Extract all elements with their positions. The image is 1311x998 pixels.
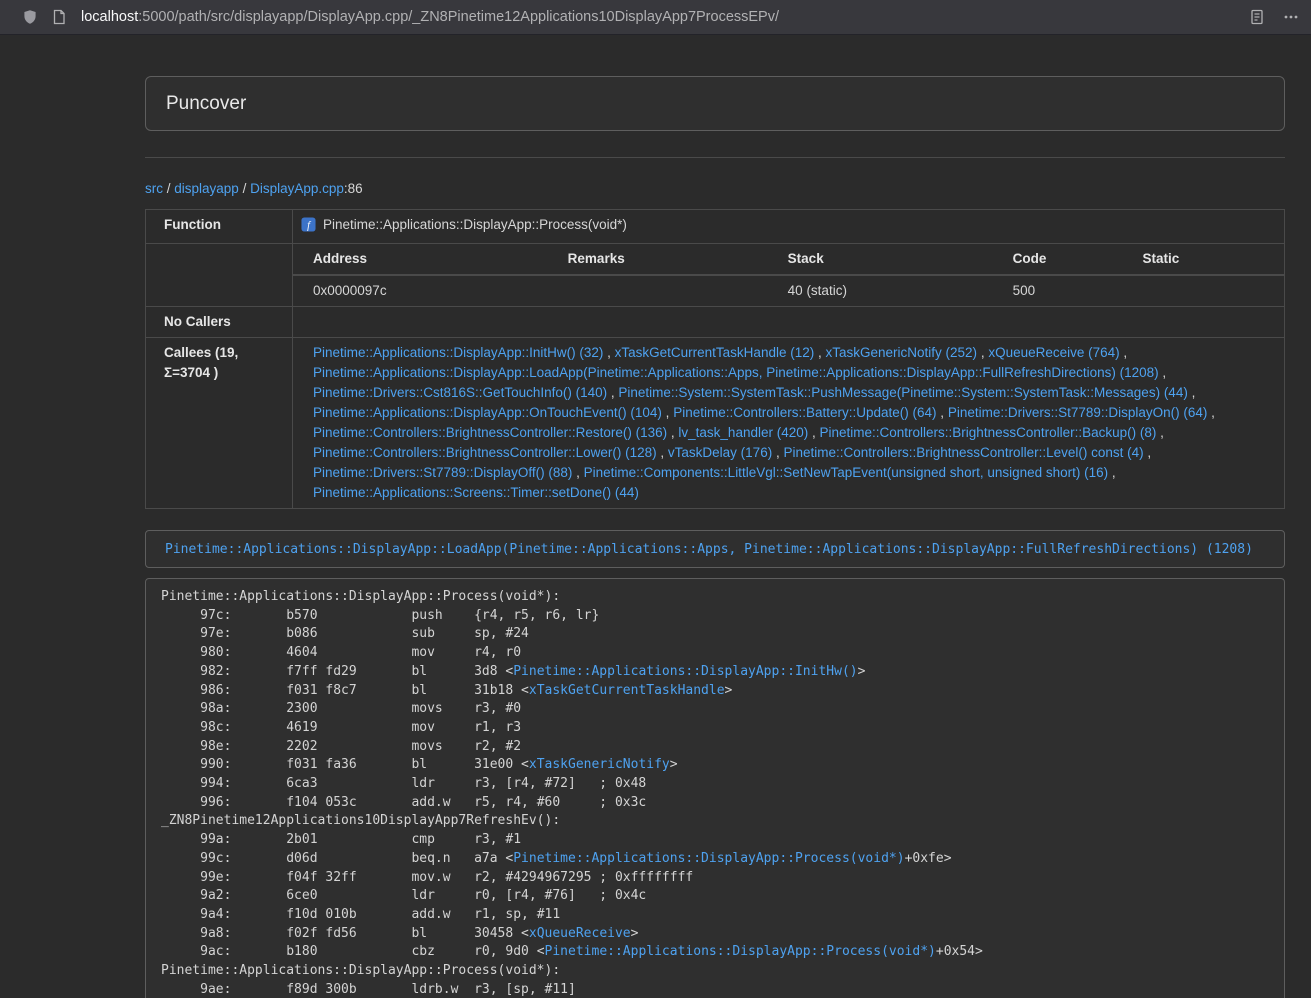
function-name: Pinetime::Applications::DisplayApp::Proc… [323, 217, 627, 232]
details-value-row: 0x0000097c 40 (static) 500 [293, 275, 1284, 306]
no-callers-label: No Callers [146, 307, 293, 338]
column-stack: Stack [768, 244, 993, 275]
disassembly-symbol-link[interactable]: xTaskGenericNotify [529, 757, 670, 772]
callee-link[interactable]: Pinetime::Controllers::BrightnessControl… [313, 445, 657, 460]
callee-link[interactable]: Pinetime::Applications::DisplayApp::Init… [313, 345, 603, 360]
callees-cell: Pinetime::Applications::DisplayApp::Init… [293, 338, 1285, 509]
function-name-cell: f Pinetime::Applications::DisplayApp::Pr… [293, 210, 1285, 244]
details-row: Address Remarks Stack Code Static 0x0000… [146, 244, 1285, 307]
callee-link[interactable]: Pinetime::Drivers::St7789::DisplayOff() … [313, 465, 572, 480]
callee-separator: , [603, 345, 614, 360]
column-address: Address [293, 244, 548, 275]
breadcrumb-link[interactable]: src [145, 181, 163, 196]
callees-row: Callees (19, Σ=3704 ) Pinetime::Applicat… [146, 338, 1285, 509]
selected-symbol-link[interactable]: Pinetime::Applications::DisplayApp::Load… [165, 542, 1253, 557]
column-static: Static [1122, 244, 1284, 275]
callee-separator: , [572, 465, 583, 480]
breadcrumb-line-number: :86 [344, 181, 363, 196]
callee-separator: , [937, 405, 948, 420]
toolbar-actions [1249, 9, 1299, 25]
function-row-label: Function [146, 210, 293, 244]
disassembly-symbol-link[interactable]: Pinetime::Applications::DisplayApp::Init… [513, 664, 857, 679]
callees-label: Callees (19, Σ=3704 ) [146, 338, 293, 509]
callee-separator: , [1207, 405, 1215, 420]
url-path: :5000/path/src/displayapp/DisplayApp.cpp… [138, 9, 779, 25]
breadcrumb-separator: / [239, 181, 250, 196]
app-header-panel: Puncover [145, 76, 1285, 131]
callee-separator: , [772, 445, 783, 460]
breadcrumb-link[interactable]: displayapp [174, 181, 239, 196]
callee-link[interactable]: Pinetime::Controllers::Battery::Update()… [673, 405, 936, 420]
callee-separator: , [1144, 445, 1152, 460]
details-cell: Address Remarks Stack Code Static 0x0000… [293, 244, 1285, 307]
callee-link[interactable]: Pinetime::Controllers::BrightnessControl… [313, 425, 667, 440]
url-host: localhost [81, 9, 138, 25]
app-title: Puncover [166, 92, 1264, 115]
callee-link[interactable]: xTaskGetCurrentTaskHandle (12) [615, 345, 815, 360]
callee-link[interactable]: Pinetime::Controllers::BrightnessControl… [820, 425, 1157, 440]
callee-link[interactable]: xTaskGenericNotify (252) [826, 345, 978, 360]
callee-separator: , [1108, 465, 1116, 480]
static-value [1122, 275, 1284, 306]
stack-value: 40 (static) [768, 275, 993, 306]
callee-separator: , [607, 385, 618, 400]
breadcrumb-separator: / [163, 181, 174, 196]
callee-link[interactable]: Pinetime::Drivers::St7789::DisplayOn() (… [948, 405, 1208, 420]
callee-link[interactable]: Pinetime::Drivers::Cst816S::GetTouchInfo… [313, 385, 607, 400]
function-row: Function f Pinetime::Applications::Displ… [146, 210, 1285, 244]
divider [145, 157, 1285, 158]
callee-separator: , [808, 425, 819, 440]
callee-link[interactable]: Pinetime::Applications::DisplayApp::Load… [313, 365, 1159, 380]
no-callers-cell [293, 307, 1285, 338]
column-code: Code [993, 244, 1123, 275]
menu-dots-icon[interactable] [1283, 9, 1299, 25]
function-icon: f [301, 217, 316, 238]
callee-link[interactable]: Pinetime::Applications::DisplayApp::OnTo… [313, 405, 662, 420]
address-value: 0x0000097c [293, 275, 548, 306]
disassembly-symbol-link[interactable]: xTaskGetCurrentTaskHandle [529, 683, 725, 698]
browser-toolbar: localhost:5000/path/src/displayapp/Displ… [0, 0, 1311, 35]
no-callers-row: No Callers [146, 307, 1285, 338]
callee-separator: , [1188, 385, 1196, 400]
shield-icon[interactable] [22, 9, 38, 25]
disassembly-symbol-link[interactable]: Pinetime::Applications::DisplayApp::Proc… [545, 944, 936, 959]
callee-separator: , [667, 425, 678, 440]
disassembly-symbol-link[interactable]: Pinetime::Applications::DisplayApp::Proc… [513, 851, 904, 866]
callee-separator: , [662, 405, 673, 420]
details-header-row: Address Remarks Stack Code Static [293, 244, 1284, 275]
callee-link[interactable]: Pinetime::System::SystemTask::PushMessag… [618, 385, 1187, 400]
disassembly-symbol-link[interactable]: xQueueReceive [529, 926, 631, 941]
page-icon[interactable] [51, 9, 67, 25]
callee-link[interactable]: vTaskDelay (176) [668, 445, 772, 460]
callee-link[interactable]: Pinetime::Applications::Screens::Timer::… [313, 485, 639, 500]
callee-link[interactable]: xQueueReceive (764) [988, 345, 1119, 360]
selected-symbol-panel: Pinetime::Applications::DisplayApp::Load… [145, 530, 1285, 568]
details-table: Address Remarks Stack Code Static 0x0000… [293, 244, 1284, 306]
column-remarks: Remarks [548, 244, 768, 275]
breadcrumb-link[interactable]: DisplayApp.cpp [250, 181, 344, 196]
callee-link[interactable]: Pinetime::Controllers::BrightnessControl… [783, 445, 1143, 460]
function-table: Function f Pinetime::Applications::Displ… [145, 209, 1285, 509]
url-bar[interactable]: localhost:5000/path/src/displayapp/Displ… [81, 9, 1237, 25]
callee-separator: , [977, 345, 988, 360]
breadcrumb: src / displayapp / DisplayApp.cpp:86 [145, 179, 1285, 199]
callee-separator: , [657, 445, 668, 460]
callee-link[interactable]: Pinetime::Components::LittleVgl::SetNewT… [584, 465, 1109, 480]
code-value: 500 [993, 275, 1123, 306]
callee-separator: , [1156, 425, 1164, 440]
callee-separator: , [1120, 345, 1128, 360]
reader-mode-icon[interactable] [1249, 9, 1265, 25]
disassembly-block: Pinetime::Applications::DisplayApp::Proc… [145, 578, 1285, 998]
callee-link[interactable]: lv_task_handler (420) [678, 425, 808, 440]
callee-separator: , [814, 345, 825, 360]
callee-separator: , [1159, 365, 1167, 380]
remarks-value [548, 275, 768, 306]
details-row-label [146, 244, 293, 307]
page-content: Puncover src / displayapp / DisplayApp.c… [145, 35, 1285, 998]
